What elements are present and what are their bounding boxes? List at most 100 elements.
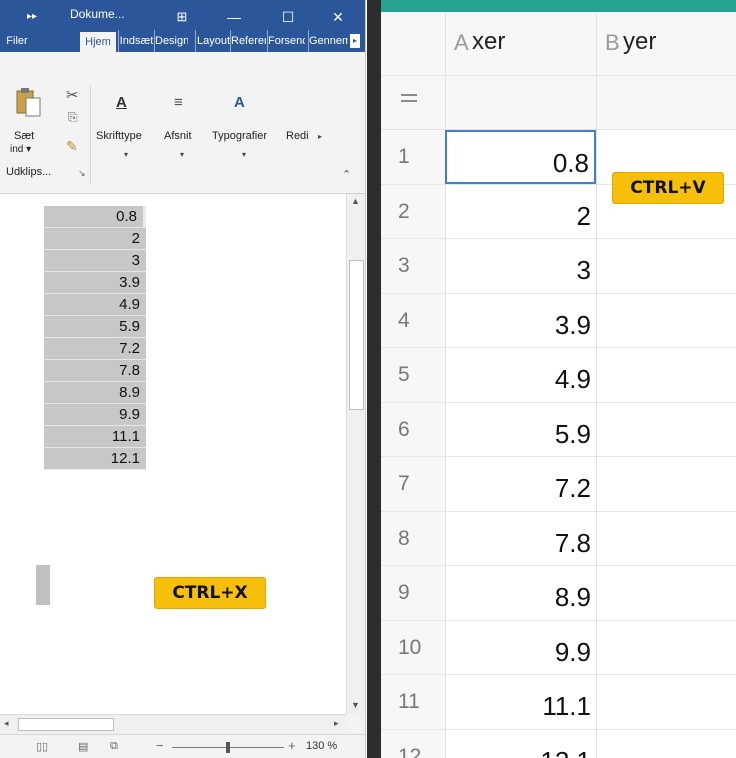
row-number[interactable]: 9	[381, 566, 445, 620]
row-number[interactable]: 5	[381, 348, 445, 402]
row-number[interactable]: 11	[381, 675, 445, 729]
cell-a[interactable]: 12.1	[445, 729, 596, 758]
read-mode-icon[interactable]: ▯▯	[36, 740, 48, 753]
editing-label: Redi	[286, 130, 309, 142]
document-value[interactable]: 7.8	[44, 360, 146, 382]
cell-b[interactable]	[596, 402, 736, 456]
definition-cell-b[interactable]	[596, 76, 736, 130]
maximize-icon[interactable]: ☐	[276, 6, 300, 28]
editing-group-button[interactable]: Redi ▸	[286, 88, 336, 172]
cell-a[interactable]: 11.1	[445, 675, 596, 729]
cell-a[interactable]: 3	[445, 239, 596, 293]
horizontal-scroll-thumb[interactable]	[18, 718, 114, 731]
document-value[interactable]: 7.2	[44, 338, 146, 360]
column-letter: A	[454, 30, 469, 55]
font-group-button[interactable]: A Skrifttype ▾	[94, 88, 158, 172]
tab-filer[interactable]: Filer	[0, 30, 34, 52]
cell-b[interactable]	[596, 620, 736, 674]
row-number[interactable]: 3	[381, 239, 445, 293]
cell-b[interactable]	[596, 729, 736, 758]
copy-icon[interactable]: ⎘	[68, 110, 78, 125]
row-number[interactable]: 12	[381, 729, 445, 758]
document-value[interactable]: 4.9	[44, 294, 146, 316]
quick-access-more-icon[interactable]: ▸▸	[20, 6, 44, 28]
cell-a[interactable]: 0.8	[445, 130, 596, 184]
paragraph-group-button[interactable]: ≡ Afsnit ▾	[160, 88, 206, 172]
cell-b[interactable]	[596, 457, 736, 511]
word-window: ▸▸ Dokume... ⊞ — ☐ ✕ Filer Hjem Indsæt D…	[0, 0, 366, 758]
tab-forsendelser[interactable]: Forsendelser	[267, 30, 305, 52]
cell-b[interactable]	[596, 239, 736, 293]
menu-icon[interactable]	[401, 94, 417, 106]
cell-b[interactable]	[596, 511, 736, 565]
document-value[interactable]: 3	[44, 250, 146, 272]
cell-a[interactable]: 2	[445, 184, 596, 238]
definition-cell-a[interactable]	[445, 76, 596, 130]
cell-b[interactable]	[596, 566, 736, 620]
document-value[interactable]: 8.9	[44, 382, 146, 404]
tab-indsaet[interactable]: Indsæt	[118, 30, 154, 52]
row-number[interactable]: 7	[381, 457, 445, 511]
scroll-down-icon[interactable]: ▼	[351, 700, 360, 710]
zoom-slider-thumb[interactable]	[226, 742, 230, 753]
tab-referencer[interactable]: Referencer	[230, 30, 266, 52]
scroll-left-icon[interactable]: ◂	[4, 718, 9, 729]
document-value[interactable]: 11.1	[44, 426, 146, 448]
horizontal-scrollbar[interactable]: ◂ ▸	[0, 714, 346, 734]
zoom-in-icon[interactable]: +	[288, 738, 296, 753]
tab-hjem[interactable]: Hjem	[80, 32, 116, 52]
tab-design[interactable]: Design	[154, 30, 188, 52]
clipboard-launcher-icon[interactable]: ↘	[78, 168, 86, 179]
vertical-scroll-thumb[interactable]	[349, 260, 364, 410]
row-number[interactable]: 1	[381, 130, 445, 184]
cell-a[interactable]: 7.2	[445, 457, 596, 511]
row-number[interactable]: 10	[381, 620, 445, 674]
document-value[interactable]: 9.9	[44, 404, 146, 426]
row-number[interactable]: 6	[381, 402, 445, 456]
column-header-b[interactable]: B yer	[596, 12, 736, 76]
document-value[interactable]: 12.1	[44, 448, 146, 470]
column-name[interactable]: yer	[623, 28, 656, 56]
minimize-icon[interactable]: —	[222, 6, 246, 28]
table-row: 7 7.2	[381, 457, 736, 512]
format-painter-icon[interactable]: ✎	[66, 138, 78, 155]
tabs-scroll-right-icon[interactable]: ▸	[350, 34, 360, 48]
ribbon-separator	[90, 86, 91, 184]
column-name[interactable]: xer	[472, 28, 505, 56]
tab-layout[interactable]: Layout	[195, 30, 231, 52]
scroll-up-icon[interactable]: ▲	[351, 196, 360, 206]
collapse-ribbon-icon[interactable]: ⌃	[342, 168, 351, 181]
spreadsheet-rows: 1 0.8 2 2 3 3 4 3.9 5 4.9 6 5.9 7 7.2 8 …	[381, 130, 736, 758]
cell-a[interactable]: 9.9	[445, 620, 596, 674]
document-value[interactable]: 2	[44, 228, 146, 250]
row-number[interactable]: 2	[381, 184, 445, 238]
close-icon[interactable]: ✕	[326, 6, 350, 28]
document-value[interactable]: 0.8	[44, 206, 146, 228]
document-value[interactable]: 3.9	[44, 272, 146, 294]
row-number[interactable]: 4	[381, 293, 445, 347]
paste-button[interactable]: Sæt ind ▾	[8, 88, 48, 172]
cut-shortcut-badge: CTRL+X	[154, 577, 266, 609]
document-value[interactable]: 5.9	[44, 316, 146, 338]
cell-a[interactable]: 5.9	[445, 402, 596, 456]
styles-group-button[interactable]: A Typografier ▾	[208, 88, 284, 172]
ribbon-display-options-icon[interactable]: ⊞	[170, 6, 194, 28]
scroll-right-icon[interactable]: ▸	[334, 718, 339, 729]
cell-b[interactable]	[596, 293, 736, 347]
row-number[interactable]: 8	[381, 511, 445, 565]
cell-a[interactable]: 7.8	[445, 511, 596, 565]
cell-a[interactable]: 8.9	[445, 566, 596, 620]
tab-gennemse[interactable]: Gennemse	[308, 30, 348, 52]
vertical-scrollbar[interactable]: ▲ ▼	[346, 194, 365, 714]
cell-b[interactable]	[596, 675, 736, 729]
zoom-level[interactable]: 130 %	[306, 740, 337, 752]
zoom-out-icon[interactable]: −	[156, 738, 164, 753]
print-layout-icon[interactable]: ▤	[78, 740, 88, 753]
cell-a[interactable]: 3.9	[445, 293, 596, 347]
column-header-a[interactable]: A xer	[445, 12, 596, 76]
document-area[interactable]: 0.8 2 3 3.9 4.9 5.9 7.2 7.8 8.9 9.9 11.1…	[0, 194, 346, 714]
cell-a[interactable]: 4.9	[445, 348, 596, 402]
cut-icon[interactable]: ✂	[66, 86, 79, 104]
cell-b[interactable]	[596, 348, 736, 402]
web-layout-icon[interactable]: ⧉	[110, 740, 118, 753]
